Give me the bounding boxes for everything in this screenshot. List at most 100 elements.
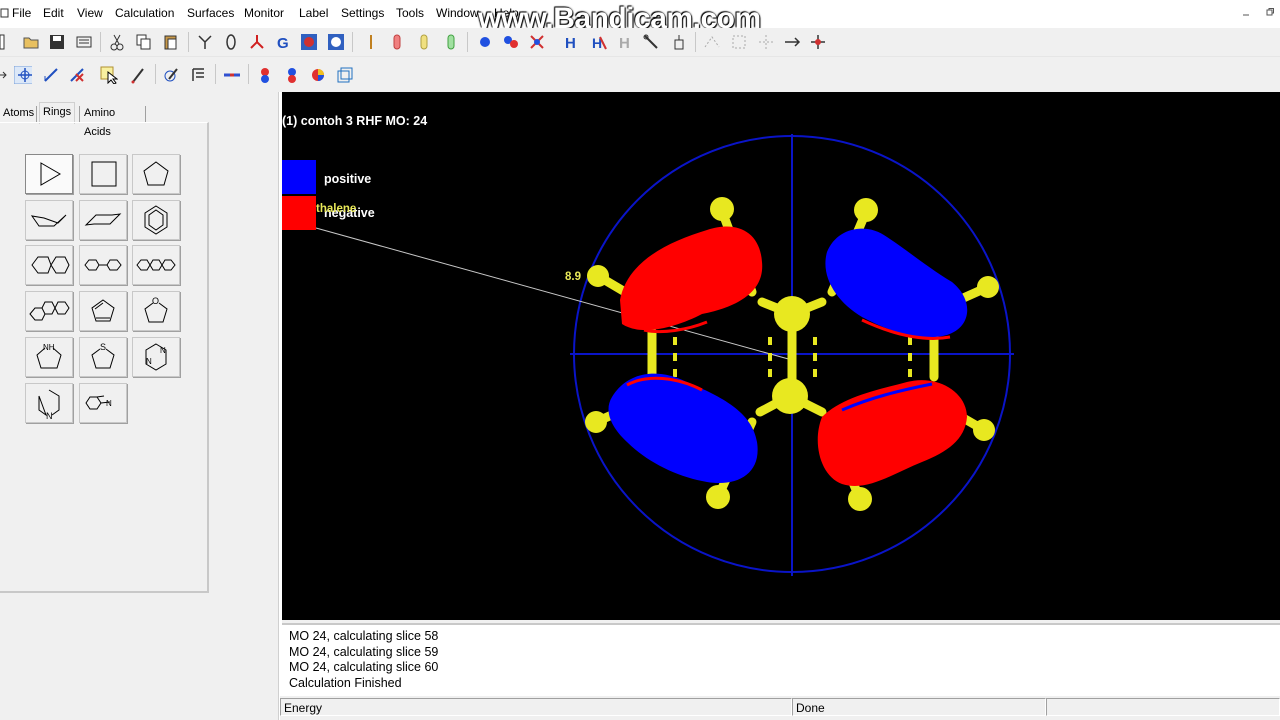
ring-cyclopentane-button[interactable] xyxy=(132,154,180,194)
app-icon[interactable] xyxy=(0,6,9,18)
svg-text:H: H xyxy=(619,35,630,51)
ring-cyclobutane-button[interactable] xyxy=(79,154,127,194)
color-palette-icon[interactable] xyxy=(309,66,327,84)
ball-blue-icon[interactable] xyxy=(476,33,494,51)
menu-file[interactable]: File xyxy=(12,6,31,20)
menu-settings[interactable]: Settings xyxy=(341,6,384,20)
hydrogen-icon[interactable]: H xyxy=(562,33,580,51)
menu-calculation[interactable]: Calculation xyxy=(115,6,174,20)
lobe-positive-top-right xyxy=(825,228,968,338)
cylinder-green-icon[interactable] xyxy=(442,33,460,51)
thiophene-icon: S xyxy=(91,342,115,369)
cut-icon[interactable] xyxy=(108,33,126,51)
furan-icon: O xyxy=(144,296,168,323)
select-box-icon[interactable] xyxy=(730,33,748,51)
select-molecule-icon[interactable] xyxy=(809,33,827,51)
paste-icon[interactable] xyxy=(162,33,180,51)
ring-phenanthrene-button[interactable] xyxy=(25,291,73,331)
ring-anthracene-button[interactable] xyxy=(132,245,180,285)
orbital-icon[interactable] xyxy=(222,33,240,51)
menu-monitor[interactable]: Monitor xyxy=(244,6,284,20)
g-icon[interactable]: G xyxy=(275,33,293,51)
bond-y-icon[interactable] xyxy=(196,33,214,51)
translate-icon[interactable] xyxy=(14,66,32,84)
new-icon[interactable] xyxy=(0,33,18,51)
window-controls xyxy=(1236,4,1280,24)
model-build-alt-icon[interactable] xyxy=(327,33,345,51)
tab-amino-acids[interactable]: Amino Acids xyxy=(81,104,118,138)
minimize-icon[interactable] xyxy=(1242,8,1250,16)
menu-edit[interactable]: Edit xyxy=(43,6,64,20)
distance-label: 8.9 xyxy=(565,271,581,283)
open-folder-icon[interactable] xyxy=(22,33,40,51)
ring-benzene-button[interactable] xyxy=(132,200,180,240)
hexagon-ring-icon xyxy=(144,205,168,235)
log-line: MO 24, calculating slice 59 xyxy=(289,645,439,659)
secondary-toolbar xyxy=(0,60,1280,90)
hand-icon[interactable] xyxy=(670,33,688,51)
cylinder-red-icon[interactable] xyxy=(388,33,406,51)
orbital-render[interactable] xyxy=(282,92,1280,620)
triangle-ring-icon xyxy=(40,162,61,186)
delete-draw-icon[interactable] xyxy=(68,66,86,84)
ring-pyrimidine-button[interactable]: NN xyxy=(132,337,180,377)
status-message: Done xyxy=(792,698,1046,716)
hydrogen-gray-icon[interactable]: H xyxy=(616,33,634,51)
ring-biphenyl-button[interactable] xyxy=(79,245,127,285)
select-arrow-icon[interactable] xyxy=(783,33,801,51)
pencil-icon[interactable] xyxy=(130,66,148,84)
save-icon[interactable] xyxy=(48,33,66,51)
output-log[interactable]: MO 24, calculating slice 58 MO 24, calcu… xyxy=(282,623,1280,697)
select-tool-icon[interactable] xyxy=(100,66,118,84)
svg-text:N: N xyxy=(160,346,166,355)
ball-red-icon[interactable] xyxy=(502,33,520,51)
molecule-title: (1) contoh 3 RHF MO: 24 xyxy=(282,114,428,128)
ring-naphthalene-button[interactable] xyxy=(25,245,73,285)
ring-cyclopropane-button[interactable] xyxy=(25,154,73,194)
rings-palette: O NH S NN N N xyxy=(0,122,209,593)
atom-red-blue-icon[interactable] xyxy=(256,66,274,84)
svg-text:S: S xyxy=(100,342,106,352)
molecule-red-icon[interactable] xyxy=(248,33,266,51)
tab-rings[interactable]: Rings xyxy=(39,102,76,124)
menu-label[interactable]: Label xyxy=(299,6,328,20)
ring-pyridine-button[interactable]: N xyxy=(25,383,73,423)
boat-ring-icon xyxy=(84,213,122,226)
chair-ring-icon xyxy=(30,214,67,227)
add-hydrogen-icon[interactable]: H xyxy=(590,33,608,51)
ring-furan-button[interactable]: O xyxy=(132,291,180,331)
crosshair-icon[interactable] xyxy=(528,33,546,51)
ring-boat-button[interactable] xyxy=(79,200,127,240)
draw-icon[interactable] xyxy=(42,66,60,84)
select-cross-icon[interactable] xyxy=(757,33,775,51)
molecule-viewer[interactable]: (1) contoh 3 RHF MO: 24 positive negativ… xyxy=(282,92,1280,620)
toolbar-separator xyxy=(215,64,216,84)
menu-view[interactable]: View xyxy=(77,6,103,20)
menu-window[interactable]: Window xyxy=(436,6,479,20)
indole-icon: N xyxy=(85,395,112,410)
cyclopentadiene-icon xyxy=(91,299,115,322)
menu-tools[interactable]: Tools xyxy=(396,6,424,20)
menu-surfaces[interactable]: Surfaces xyxy=(187,6,234,20)
ring-chair-button[interactable] xyxy=(25,200,73,240)
cylinder-yellow-icon[interactable] xyxy=(415,33,433,51)
ring-thiophene-button[interactable]: S xyxy=(79,337,127,377)
pentagon-ring-icon xyxy=(143,161,169,186)
print-icon[interactable] xyxy=(75,33,93,51)
tab-atoms[interactable]: Atoms xyxy=(0,104,37,123)
rotate-pencil-icon[interactable] xyxy=(162,66,180,84)
copy-icon[interactable] xyxy=(135,33,153,51)
restore-icon[interactable] xyxy=(1266,8,1274,16)
text-tool-icon[interactable] xyxy=(190,66,208,84)
ring-cyclopentadiene-button[interactable] xyxy=(79,291,127,331)
tool-wrench-icon[interactable] xyxy=(642,33,660,51)
stick-render-icon[interactable] xyxy=(362,33,380,51)
atom-blue-red-icon[interactable] xyxy=(283,66,301,84)
bond-tool-icon[interactable] xyxy=(222,66,240,84)
svg-text:G: G xyxy=(277,35,289,51)
box-icon[interactable] xyxy=(336,66,354,84)
model-build-icon[interactable] xyxy=(300,33,318,51)
ring-indole-button[interactable]: N xyxy=(79,383,127,423)
ring-pyrrole-button[interactable]: NH xyxy=(25,337,73,377)
measure-dots-icon[interactable] xyxy=(703,33,721,51)
